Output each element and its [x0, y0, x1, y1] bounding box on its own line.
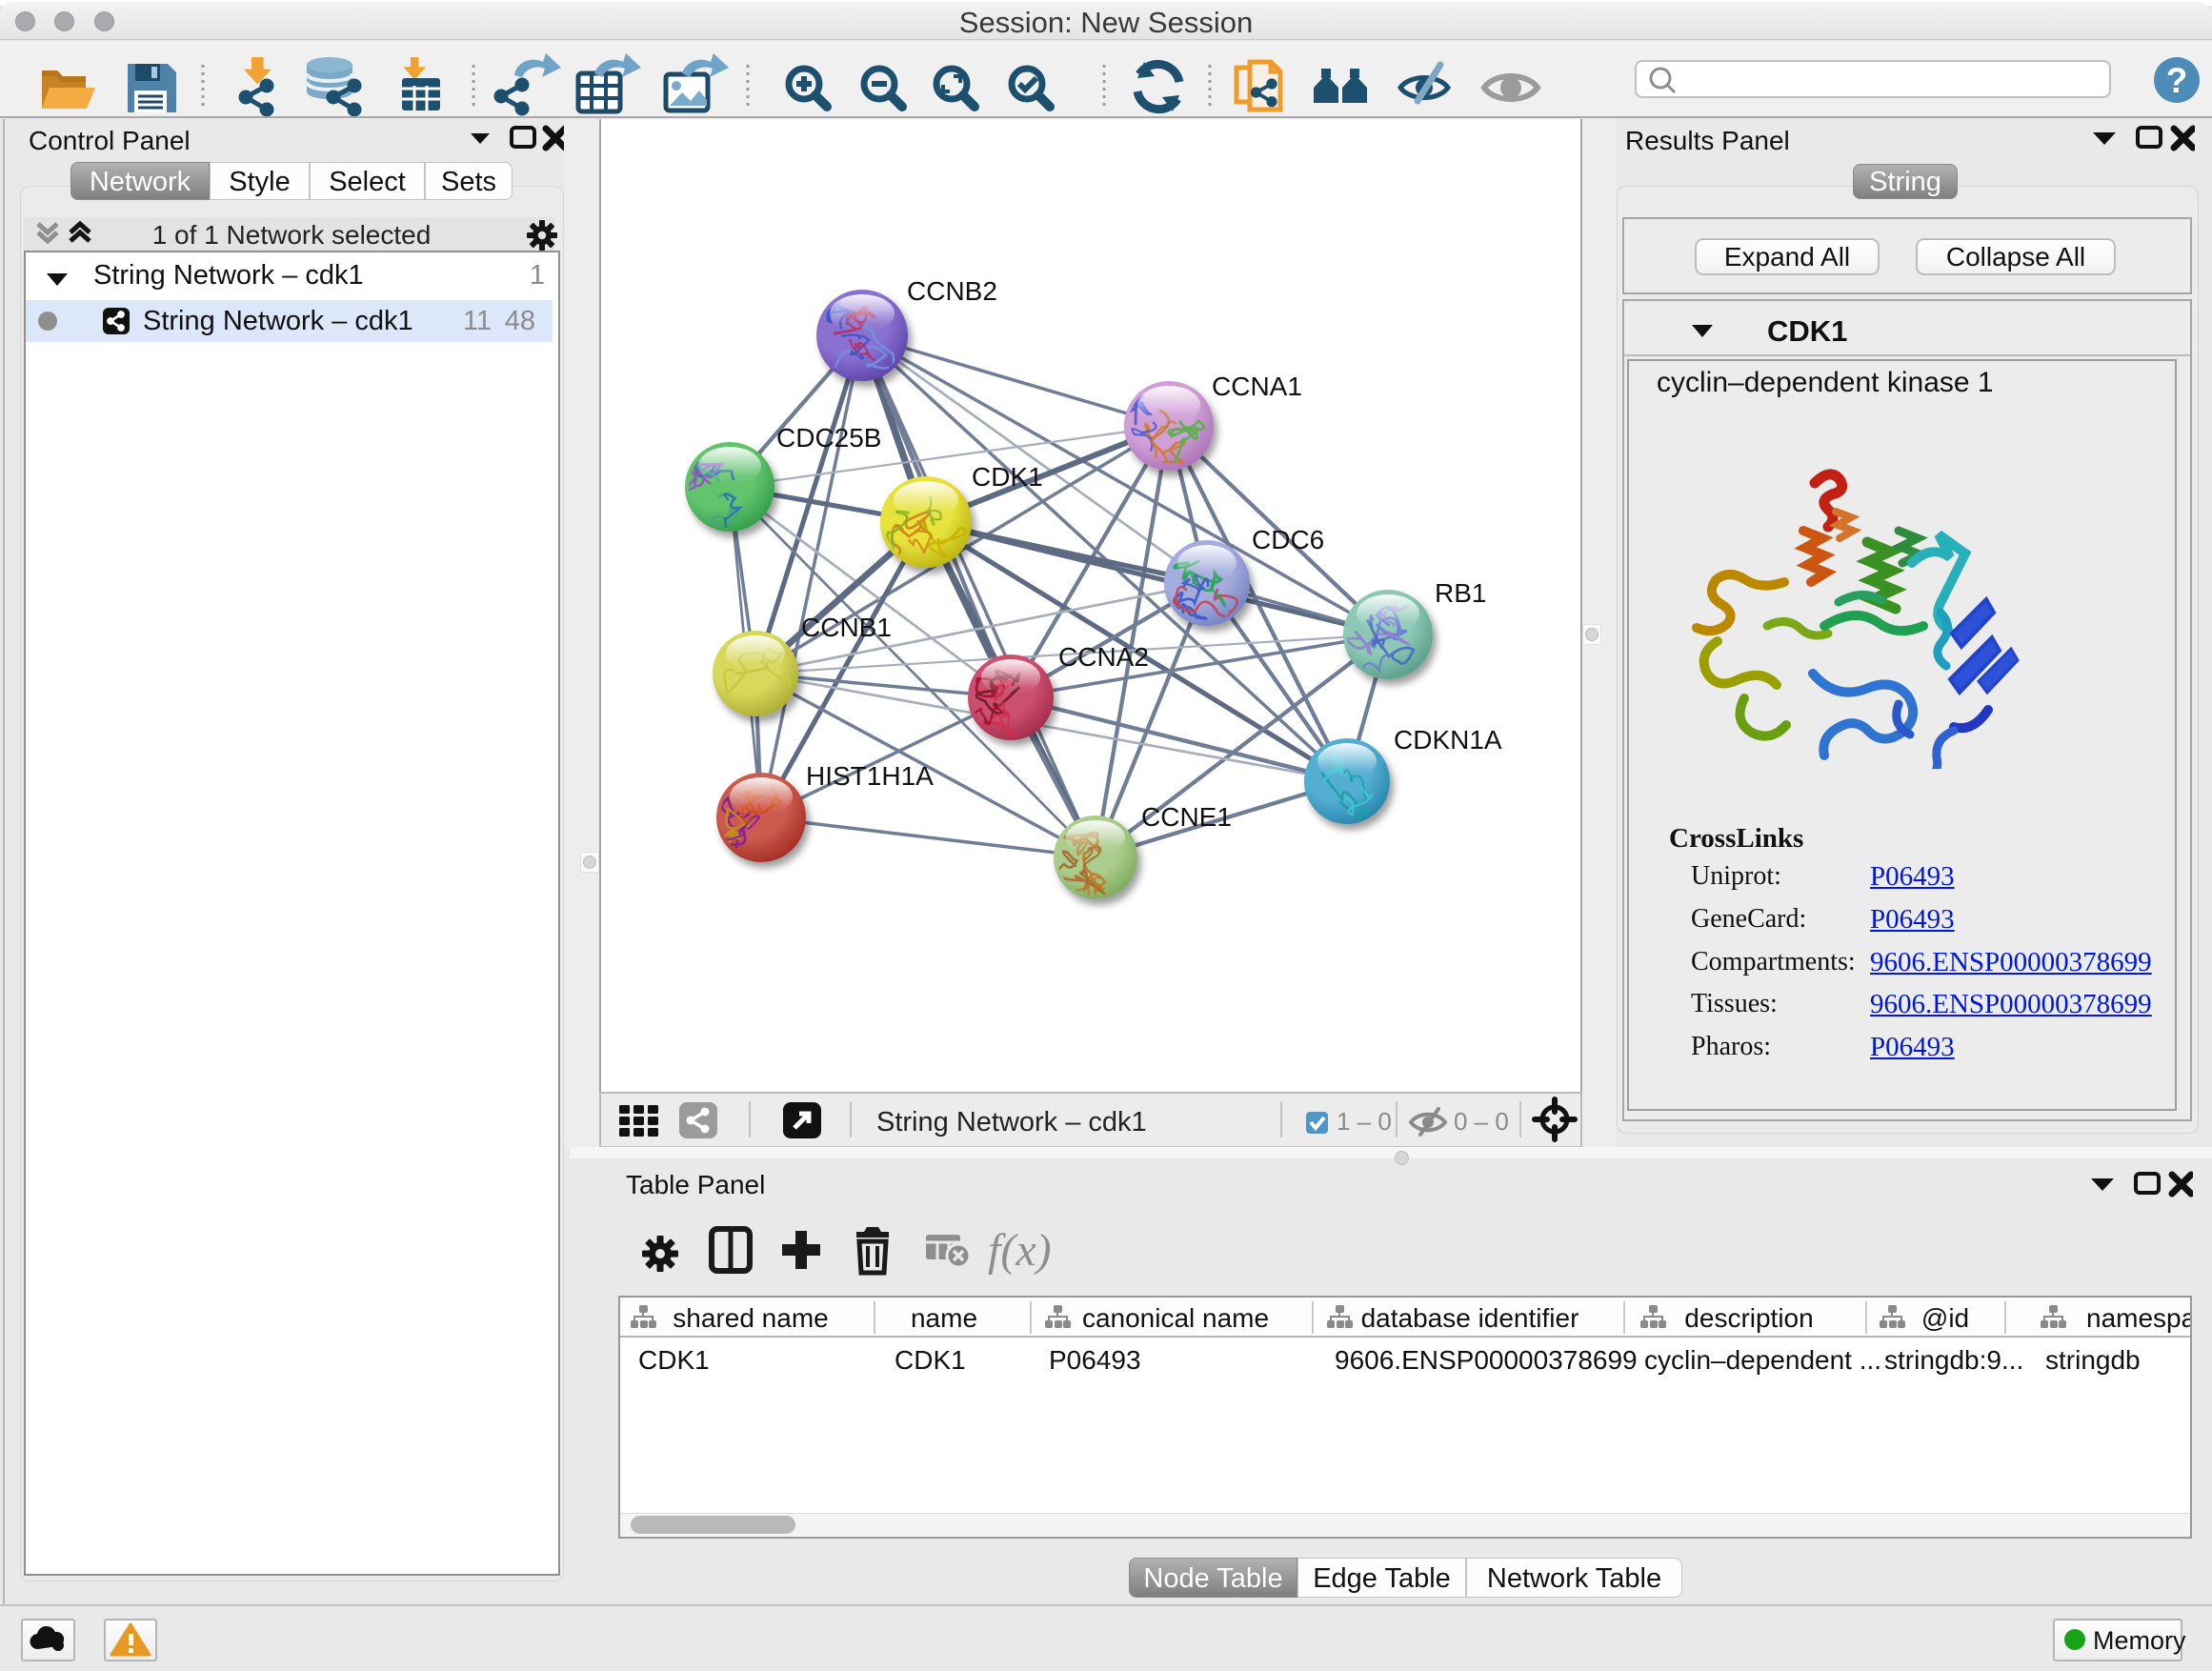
svg-text:CDC25B: CDC25B — [776, 423, 881, 453]
svg-text:database identifier: database identifier — [1361, 1303, 1579, 1333]
svg-text:CCNB1: CCNB1 — [801, 613, 892, 642]
svg-text:HIST1H1A: HIST1H1A — [806, 761, 934, 791]
svg-text:CCNB2: CCNB2 — [907, 276, 997, 306]
svg-text:0 – 0: 0 – 0 — [1454, 1107, 1509, 1136]
svg-text:CDK1: CDK1 — [972, 462, 1043, 492]
svg-text:@id: @id — [1921, 1303, 1969, 1333]
svg-text:namespace: namespace — [2086, 1303, 2190, 1333]
svg-text:1 – 0: 1 – 0 — [1337, 1107, 1392, 1136]
svg-text:?: ? — [2166, 61, 2188, 100]
svg-text:shared name: shared name — [673, 1303, 828, 1333]
svg-text:name: name — [911, 1303, 977, 1333]
svg-text:CCNA1: CCNA1 — [1212, 372, 1302, 401]
svg-text:CDKN1A: CDKN1A — [1394, 725, 1502, 755]
svg-text:CCNA2: CCNA2 — [1058, 642, 1149, 672]
svg-text:f(x): f(x) — [988, 1225, 1052, 1276]
svg-text:canonical name: canonical name — [1082, 1303, 1269, 1333]
svg-text:RB1: RB1 — [1435, 578, 1486, 608]
svg-text:CCNE1: CCNE1 — [1141, 802, 1232, 832]
svg-text:String Network – cdk1: String Network – cdk1 — [876, 1107, 1147, 1137]
svg-text:description: description — [1684, 1303, 1813, 1333]
svg-text:CDC6: CDC6 — [1252, 525, 1324, 554]
